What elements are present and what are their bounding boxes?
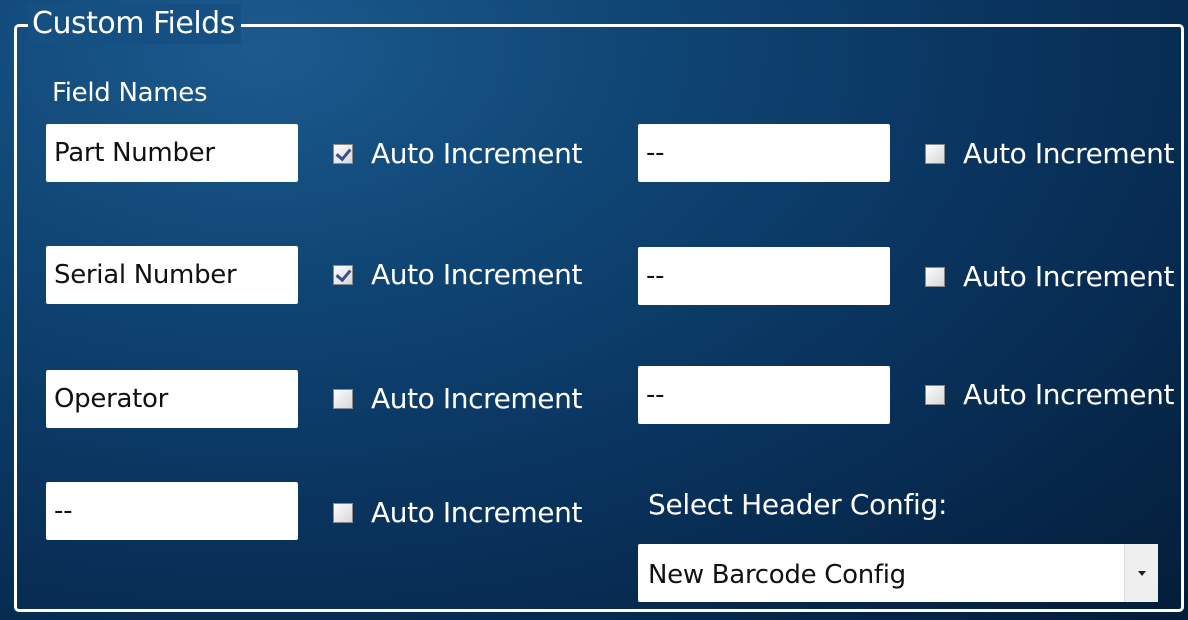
auto-increment-label: Auto Increment <box>371 496 583 529</box>
field-name-input-3[interactable]: Operator <box>46 370 298 428</box>
auto-increment-checkbox-2[interactable]: Auto Increment <box>333 258 582 292</box>
auto-increment-label: Auto Increment <box>963 137 1175 170</box>
auto-increment-checkbox-5[interactable]: Auto Increment <box>925 137 1174 171</box>
auto-increment-label: Auto Increment <box>371 258 583 291</box>
header-config-selected-value: New Barcode Config <box>648 560 906 590</box>
checkbox-unchecked-icon[interactable] <box>333 389 353 409</box>
auto-increment-label: Auto Increment <box>371 382 583 415</box>
checkbox-unchecked-icon[interactable] <box>333 503 353 523</box>
header-config-select[interactable]: New Barcode Config <box>638 544 1158 602</box>
auto-increment-label: Auto Increment <box>371 137 583 170</box>
field-name-input-5[interactable]: -- <box>638 124 890 182</box>
auto-increment-label: Auto Increment <box>963 260 1175 293</box>
field-names-label: Field Names <box>52 78 208 108</box>
auto-increment-checkbox-3[interactable]: Auto Increment <box>333 382 582 416</box>
field-name-input-7[interactable]: -- <box>638 366 890 424</box>
auto-increment-label: Auto Increment <box>963 378 1175 411</box>
group-title: Custom Fields <box>28 4 241 44</box>
checkbox-unchecked-icon[interactable] <box>925 385 945 405</box>
checkbox-unchecked-icon[interactable] <box>925 267 945 287</box>
auto-increment-checkbox-1[interactable]: Auto Increment <box>333 137 582 171</box>
field-name-input-2[interactable]: Serial Number <box>46 246 298 304</box>
chevron-down-icon[interactable] <box>1124 544 1158 602</box>
checkbox-unchecked-icon[interactable] <box>925 144 945 164</box>
field-name-input-4[interactable]: -- <box>46 482 298 540</box>
select-header-config-label: Select Header Config: <box>648 488 948 521</box>
auto-increment-checkbox-4[interactable]: Auto Increment <box>333 496 582 530</box>
field-name-input-6[interactable]: -- <box>638 247 890 305</box>
custom-fields-panel: Custom Fields Field Names Part Number Au… <box>0 0 1188 620</box>
checkbox-checked-icon[interactable] <box>333 265 353 285</box>
field-name-input-1[interactable]: Part Number <box>46 124 298 182</box>
auto-increment-checkbox-7[interactable]: Auto Increment <box>925 378 1174 412</box>
checkbox-checked-icon[interactable] <box>333 144 353 164</box>
auto-increment-checkbox-6[interactable]: Auto Increment <box>925 260 1174 294</box>
